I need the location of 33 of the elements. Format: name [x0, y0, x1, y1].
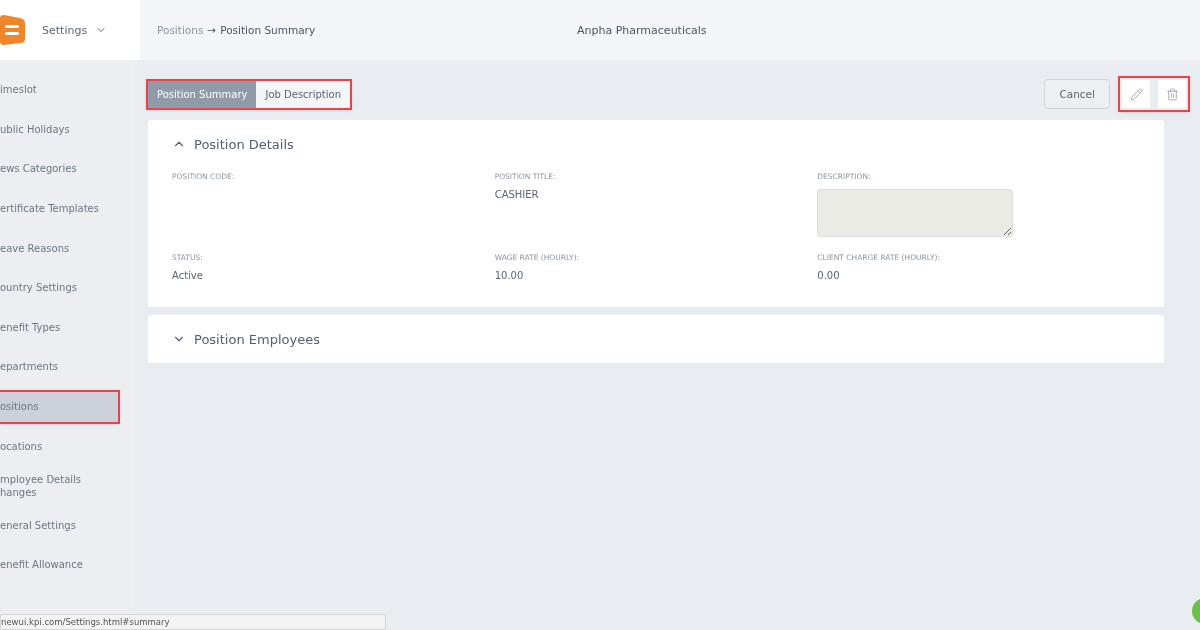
description-field[interactable] — [817, 189, 1014, 237]
breadcrumb-link[interactable]: Positions — [157, 24, 204, 36]
delete-button[interactable] — [1158, 80, 1186, 108]
sidebar-item[interactable]: mployee Details hanges — [0, 470, 118, 501]
sidebar-item[interactable]: eave Reasons — [0, 233, 118, 264]
settings-menu[interactable]: Settings — [34, 23, 108, 37]
section-header[interactable]: Position Employees — [172, 315, 320, 363]
edit-button[interactable] — [1122, 80, 1150, 108]
tab[interactable]: Position Summary — [148, 80, 257, 108]
field-value: CASHIER — [494, 189, 540, 200]
section-header[interactable]: Position Details — [172, 120, 294, 168]
sidebar-item[interactable]: ublic Holidays — [0, 114, 118, 145]
pencil-icon — [1129, 87, 1143, 101]
company-name: Anpha Pharmaceuticals — [577, 23, 707, 37]
sidebar-item[interactable]: ountry Settings — [0, 272, 118, 303]
sidebar-item[interactable]: ertificate Templates — [0, 193, 118, 224]
sidebar-item[interactable]: imeslot — [0, 74, 118, 105]
sidebar-item[interactable]: eneral Settings — [0, 510, 118, 541]
sidebar-item[interactable]: ocations — [0, 431, 118, 462]
field-value: 10.00 — [494, 270, 525, 281]
sidebar-item[interactable]: epartments — [0, 351, 118, 382]
sidebar-item[interactable]: enefit Types — [0, 312, 118, 343]
status-url: newui.kpi.com/Settings.html#summary — [0, 614, 386, 630]
field-value: Active — [172, 270, 204, 281]
sidebar-item[interactable]: enefit Allowance — [0, 549, 118, 580]
sidebar-item[interactable]: ositions — [0, 391, 118, 422]
cancel-button[interactable]: Cancel — [1044, 79, 1110, 109]
tab[interactable]: Job Description — [256, 80, 350, 108]
field-value: 0.00 — [817, 270, 841, 281]
trash-icon — [1165, 87, 1179, 101]
breadcrumb-link[interactable]: Position Summary — [220, 24, 316, 36]
sidebar-item[interactable]: ews Categories — [0, 154, 118, 184]
breadcrumb-separator: → — [207, 24, 217, 36]
